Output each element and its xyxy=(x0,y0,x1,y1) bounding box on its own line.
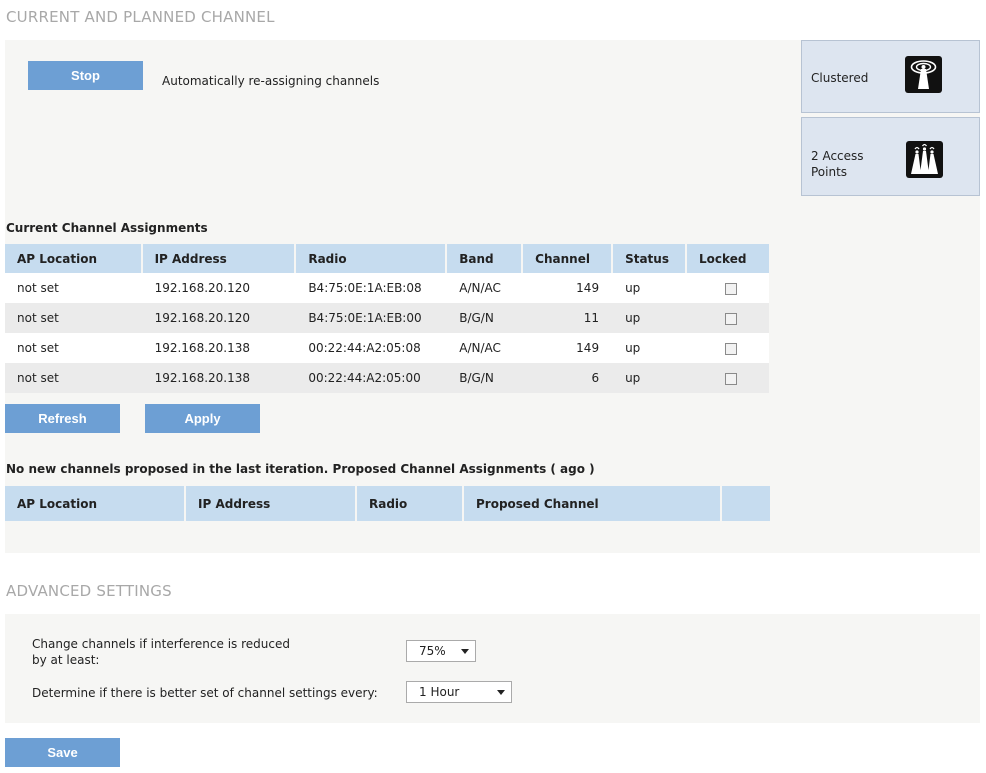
interval-label: Determine if there is better set of chan… xyxy=(32,686,378,700)
column-header-ap-location: AP Location xyxy=(5,244,143,273)
clustered-icon xyxy=(905,56,942,93)
current-assignments-heading: Current Channel Assignments xyxy=(6,221,208,235)
cell-radio: 00:22:44:A2:05:08 xyxy=(295,333,447,363)
column-header-ip-address: IP Address xyxy=(141,244,297,273)
proposed-assignments-table: AP Location IP Address Radio Proposed Ch… xyxy=(5,486,770,521)
cell-band: B/G/N xyxy=(446,363,523,393)
column-header-ap-location: AP Location xyxy=(5,486,186,521)
cell-status: up xyxy=(612,273,687,303)
column-header-radio: Radio xyxy=(356,486,464,521)
cell-channel: 149 xyxy=(522,333,613,363)
cell-ip-address: 192.168.20.138 xyxy=(141,333,296,363)
chevron-down-icon xyxy=(461,649,469,654)
interference-value: 75% xyxy=(419,644,446,658)
save-button[interactable]: Save xyxy=(5,738,120,767)
cell-channel: 149 xyxy=(522,273,613,303)
interval-select[interactable]: 1 Hour xyxy=(406,681,512,703)
cell-channel: 11 xyxy=(522,303,613,333)
cell-status: up xyxy=(612,303,687,333)
cell-ip-address: 192.168.20.138 xyxy=(141,363,296,393)
cell-locked xyxy=(686,303,769,333)
cell-ap-location: not set xyxy=(5,363,142,393)
access-points-icon xyxy=(906,141,943,178)
cell-band: A/N/AC xyxy=(446,273,523,303)
cell-radio: B4:75:0E:1A:EB:00 xyxy=(295,303,447,333)
cell-locked xyxy=(686,333,769,363)
stop-button[interactable]: Stop xyxy=(28,61,143,90)
section-title-current: CURRENT AND PLANNED CHANNEL xyxy=(6,8,275,26)
column-header-proposed-channel: Proposed Channel xyxy=(463,486,722,521)
column-header-ip-address: IP Address xyxy=(185,486,357,521)
clustered-card: Clustered xyxy=(801,40,980,113)
column-header-empty xyxy=(721,486,770,521)
cell-ap-location: not set xyxy=(5,273,142,303)
status-text: Automatically re-assigning channels xyxy=(162,74,380,88)
cell-status: up xyxy=(612,363,687,393)
current-assignments-table: AP Location IP Address Radio Band Channe… xyxy=(5,244,770,393)
column-header-locked: Locked xyxy=(686,244,769,273)
locked-checkbox[interactable] xyxy=(725,282,738,295)
chevron-down-icon xyxy=(497,690,505,695)
cell-ip-address: 192.168.20.120 xyxy=(141,303,296,333)
advanced-panel xyxy=(5,614,980,723)
locked-checkbox[interactable] xyxy=(725,342,738,355)
table-row: not set 192.168.20.138 00:22:44:A2:05:00… xyxy=(5,363,769,393)
cell-status: up xyxy=(612,333,687,363)
cell-radio: B4:75:0E:1A:EB:08 xyxy=(295,273,447,303)
section-title-advanced: ADVANCED SETTINGS xyxy=(6,582,172,600)
column-header-radio: Radio xyxy=(295,244,448,273)
locked-checkbox[interactable] xyxy=(725,312,738,325)
cell-band: B/G/N xyxy=(446,303,523,333)
access-points-card: 2 Access Points xyxy=(801,117,980,196)
column-header-band: Band xyxy=(446,244,524,273)
locked-checkbox[interactable] xyxy=(725,372,738,385)
cell-ap-location: not set xyxy=(5,303,142,333)
table-row: not set 192.168.20.120 B4:75:0E:1A:EB:08… xyxy=(5,273,769,303)
table-row: not set 192.168.20.120 B4:75:0E:1A:EB:00… xyxy=(5,303,769,333)
cell-locked xyxy=(686,363,769,393)
cell-locked xyxy=(686,273,769,303)
cell-band: A/N/AC xyxy=(446,333,523,363)
table-header-row: AP Location IP Address Radio Proposed Ch… xyxy=(5,486,770,521)
column-header-status: Status xyxy=(612,244,688,273)
cell-ip-address: 192.168.20.120 xyxy=(141,273,296,303)
cell-ap-location: not set xyxy=(5,333,142,363)
apply-button[interactable]: Apply xyxy=(145,404,260,433)
clustered-label: Clustered xyxy=(811,71,869,85)
cell-radio: 00:22:44:A2:05:00 xyxy=(295,363,447,393)
cell-channel: 6 xyxy=(522,363,613,393)
interval-value: 1 Hour xyxy=(419,685,460,699)
table-header-row: AP Location IP Address Radio Band Channe… xyxy=(5,244,769,273)
table-row: not set 192.168.20.138 00:22:44:A2:05:08… xyxy=(5,333,769,363)
refresh-button[interactable]: Refresh xyxy=(5,404,120,433)
interference-select[interactable]: 75% xyxy=(406,640,476,662)
interference-label: Change channels if interference is reduc… xyxy=(32,637,290,667)
column-header-channel: Channel xyxy=(522,244,614,273)
proposed-assignments-heading: No new channels proposed in the last ite… xyxy=(6,462,595,476)
access-points-label: 2 Access Points xyxy=(811,149,864,179)
